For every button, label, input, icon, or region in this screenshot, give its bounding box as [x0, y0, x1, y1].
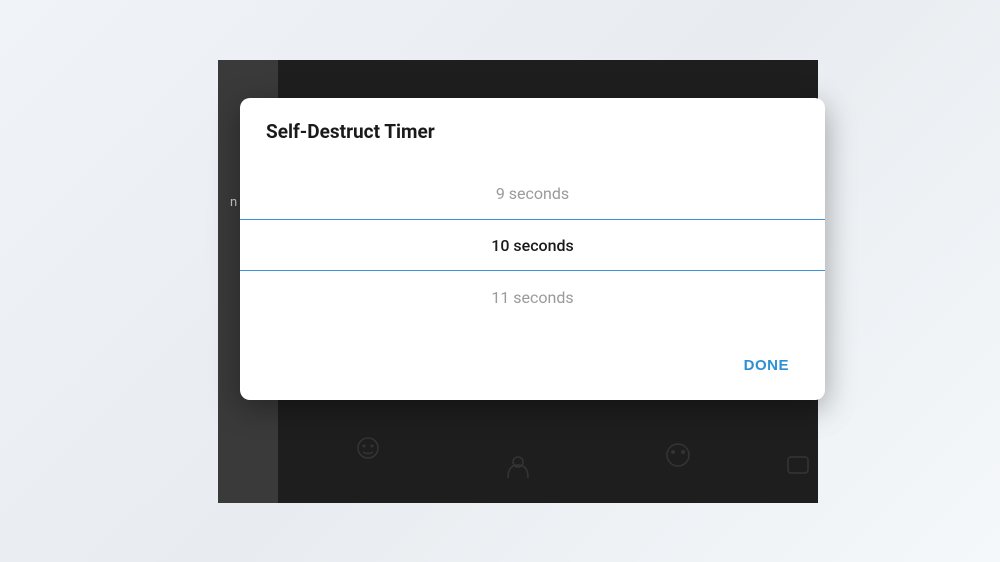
dialog-title: Self-Destruct Timer: [240, 98, 825, 157]
picker-option-prev[interactable]: 9 seconds: [240, 167, 825, 219]
backdrop-text-fragment: n: [230, 195, 237, 210]
doodle-icon: [778, 445, 818, 485]
timer-picker[interactable]: 9 seconds 10 seconds 11 seconds: [240, 167, 825, 323]
dialog-actions: DONE: [240, 323, 825, 400]
doodle-icon: [348, 430, 388, 470]
doodle-icon: [658, 435, 698, 475]
picker-option-selected[interactable]: 10 seconds: [240, 219, 825, 271]
picker-option-next[interactable]: 11 seconds: [240, 271, 825, 323]
self-destruct-timer-dialog: Self-Destruct Timer 9 seconds 10 seconds…: [240, 98, 825, 400]
done-button[interactable]: DONE: [736, 351, 797, 380]
doodle-icon: [498, 450, 538, 490]
